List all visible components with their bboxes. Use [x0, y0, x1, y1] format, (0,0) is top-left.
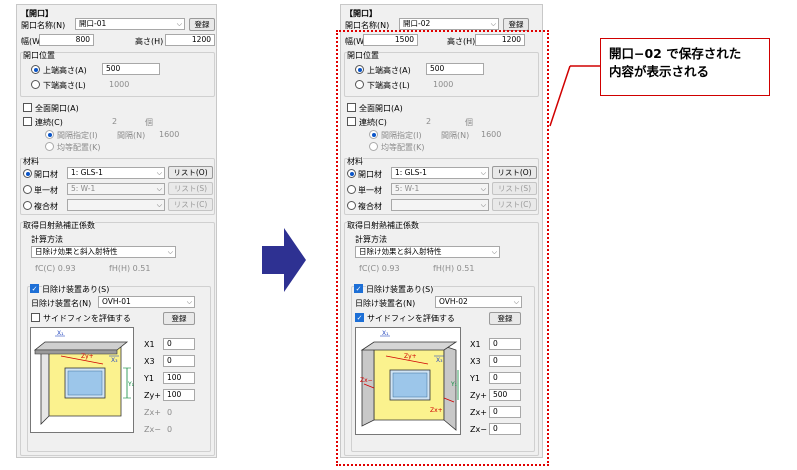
chevron-down-icon: ⌵ — [490, 20, 496, 28]
fh-value: fH(H) 0.51 — [109, 264, 151, 273]
width-input[interactable]: 800 — [39, 34, 94, 46]
diag-y1-label: Y₁ — [127, 381, 135, 388]
height-input[interactable]: 1200 — [165, 34, 215, 46]
interval-label: 間隔指定(I) — [57, 131, 98, 140]
param-label-x3: X3 — [144, 357, 155, 366]
overhang-diagram: X₁ X₃ Y₁ Zy+ — [33, 330, 135, 425]
mat-opening-select[interactable]: 1: GLS-1 ⌵ — [67, 167, 165, 179]
height-label: 高さ(H) — [135, 37, 164, 46]
upper-height-label: 上端高さ(A) — [43, 66, 87, 75]
lower-height-radio[interactable] — [31, 80, 40, 89]
shade-checkbox[interactable]: ✓ — [30, 284, 39, 293]
calc-method-title: 計算方法 — [31, 235, 63, 244]
side-fin-label: サイドフィンを評価する — [43, 314, 131, 323]
opening-name-value: 開口-02 — [403, 19, 431, 28]
chevron-down-icon: ⌵ — [167, 248, 173, 256]
param-input-x3[interactable]: 0 — [163, 355, 195, 367]
param-label-zy: Zy+ — [144, 391, 161, 400]
param-input-x1[interactable]: 0 — [163, 338, 195, 350]
continuous-unit: 個 — [145, 118, 153, 127]
upper-height-radio[interactable] — [31, 65, 40, 74]
shade-checkbox-label: 日除け装置あり(S) — [42, 284, 110, 295]
side-fin-checkbox[interactable] — [31, 313, 40, 322]
continuous-checkbox[interactable] — [23, 117, 32, 126]
equal-label: 均等配置(K) — [57, 143, 101, 152]
mat-opening-label: 開口材 — [34, 170, 58, 179]
highlight-box — [336, 30, 549, 466]
opening-name-select[interactable]: 開口-01 ⌵ — [75, 18, 185, 30]
panel-title: 【開口】 — [345, 9, 377, 18]
register-button[interactable]: 登録 — [189, 18, 215, 31]
param-label-zxp: Zx+ — [144, 408, 161, 417]
interval-value: 1600 — [159, 130, 180, 139]
panel-title: 【開口】 — [21, 9, 53, 18]
mat-composite-list-button[interactable]: リスト(C) — [168, 198, 213, 211]
mat-single-select[interactable]: 5: W-1 ⌵ — [67, 183, 165, 195]
callout-line-2: 内容が表示される — [609, 64, 710, 79]
param-label-zxm: Zx− — [144, 425, 161, 434]
chevron-down-icon: ⌵ — [156, 201, 162, 209]
chevron-down-icon: ⌵ — [186, 298, 192, 306]
equal-radio[interactable] — [45, 142, 54, 151]
material-title: 材料 — [23, 156, 39, 167]
shade-name-select[interactable]: OVH-01 ⌵ — [98, 296, 195, 308]
mat-single-label: 単一材 — [34, 186, 58, 195]
continuous-count: 2 — [112, 117, 118, 126]
lower-height-label: 下端高さ(L) — [43, 81, 86, 90]
param-label-y1: Y1 — [144, 374, 154, 383]
solar-title: 取得日射熱補正係数 — [23, 220, 95, 231]
full-opening-checkbox[interactable] — [23, 103, 32, 112]
param-input-y1[interactable]: 100 — [163, 372, 195, 384]
interval-radio[interactable] — [45, 130, 54, 139]
mat-composite-label: 複合材 — [34, 202, 58, 211]
shade-diagram-left: X₁ X₃ Y₁ Zy+ — [30, 327, 135, 433]
continuous-label: 連続(C) — [35, 118, 63, 127]
chevron-down-icon: ⌵ — [176, 20, 182, 28]
shade-name-label: 日除け装置名(N) — [31, 299, 92, 308]
diag-x3-label: X₃ — [111, 357, 118, 364]
upper-height-input[interactable]: 500 — [102, 63, 160, 75]
fc-value: fC(C) 0.93 — [35, 264, 76, 273]
mat-single-list-button[interactable]: リスト(S) — [168, 182, 213, 195]
param-value-zxp: 0 — [167, 408, 173, 417]
calc-method-select[interactable]: 日除け効果と斜入射特性 ⌵ — [31, 246, 176, 258]
param-value-zxm: 0 — [167, 425, 173, 434]
mat-composite-select[interactable]: ⌵ — [67, 199, 165, 211]
mat-opening-value: 1: GLS-1 — [71, 168, 103, 177]
chevron-down-icon: ⌵ — [156, 185, 162, 193]
shade-name-value: OVH-01 — [102, 297, 131, 306]
mat-single-value: 5: W-1 — [71, 184, 96, 193]
param-input-zy[interactable]: 100 — [163, 389, 195, 401]
right-arrow-icon — [262, 228, 306, 292]
mat-opening-list-button[interactable]: リスト(O) — [168, 166, 213, 179]
shade-register-button[interactable]: 登録 — [163, 312, 195, 325]
mat-single-radio[interactable] — [23, 185, 32, 194]
opening-name-select[interactable]: 開口-02 ⌵ — [399, 18, 499, 30]
left-dialog-panel: 【開口】 開口名称(N) 開口-01 ⌵ 登録 幅(W) 800 高さ(H) 12… — [16, 4, 217, 458]
interval-field-label: 間隔(N) — [117, 131, 146, 140]
callout-box: 開口−02 で保存された 内容が表示される — [600, 38, 770, 96]
mat-composite-radio[interactable] — [23, 201, 32, 210]
mat-opening-radio[interactable] — [23, 169, 32, 178]
diag-zy-label: Zy+ — [81, 353, 94, 360]
opening-name-label: 開口名称(N) — [21, 21, 66, 30]
callout-line-1: 開口−02 で保存された — [609, 46, 742, 61]
chevron-down-icon: ⌵ — [156, 169, 162, 177]
position-title: 開口位置 — [23, 50, 55, 61]
lower-height-value: 1000 — [109, 80, 130, 89]
diag-x1-label: X₁ — [57, 330, 64, 337]
callout-pointer — [549, 65, 600, 127]
opening-name-value: 開口-01 — [79, 19, 107, 28]
param-label-x1: X1 — [144, 340, 155, 349]
full-opening-label: 全面開口(A) — [35, 104, 79, 113]
calc-method-value: 日除け効果と斜入射特性 — [35, 247, 118, 256]
